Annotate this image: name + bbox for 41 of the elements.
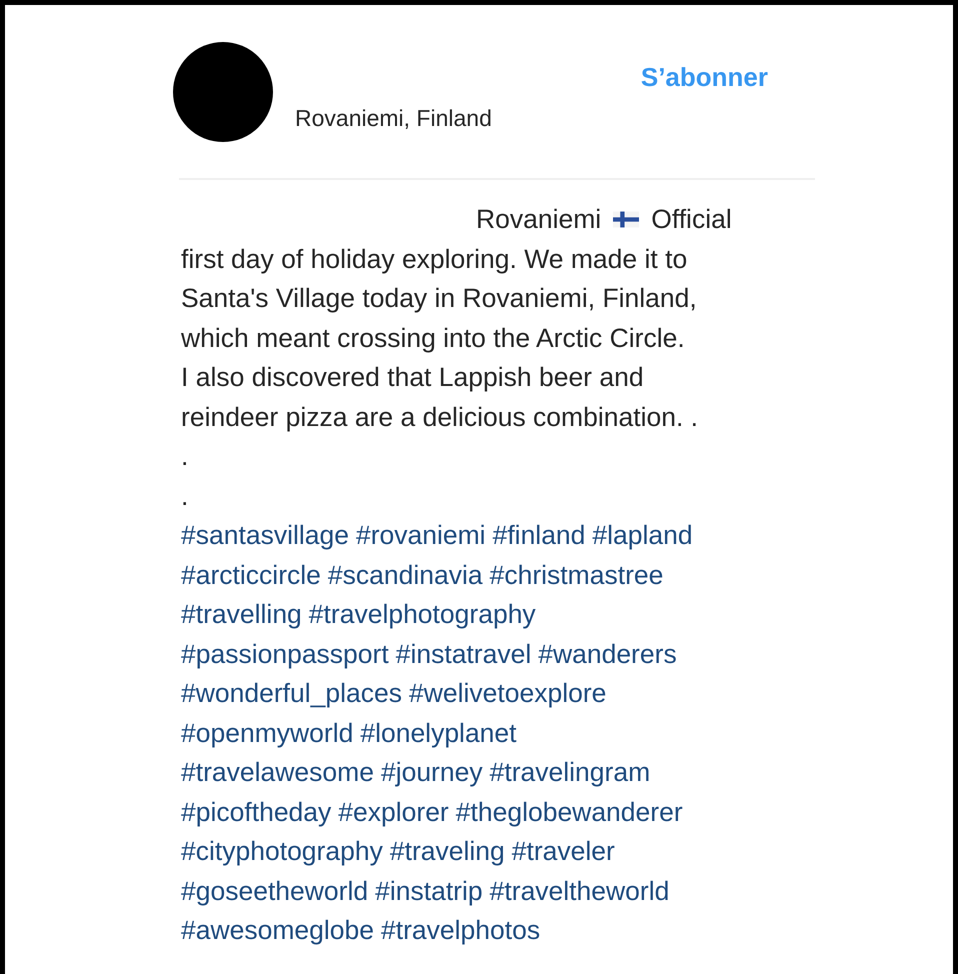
hashtag-link[interactable]: #passionpassport (181, 634, 389, 674)
flag-icon (613, 211, 640, 228)
hashtag-link[interactable]: #traveltheworld (490, 872, 670, 911)
caption-line: . (181, 440, 190, 473)
hashtag-link[interactable]: #travelphotos (381, 911, 540, 950)
hashtag-link[interactable]: #lonelyplanet (360, 714, 517, 753)
hashtag-link[interactable]: #journey (380, 753, 483, 792)
caption-text: Official (651, 203, 732, 236)
hashtag-link[interactable]: #traveler (512, 832, 615, 872)
hashtag-link[interactable]: #awesomeglobe (181, 911, 374, 950)
location-label: Rovaniemi, Finland (295, 105, 492, 132)
hashtag-link[interactable]: #finland (492, 516, 586, 556)
hashtag-link[interactable]: #santasvillage (181, 516, 349, 556)
caption-line: Santa's Village today in Rovaniemi, Finland, (181, 282, 698, 315)
hashtag-link[interactable]: #instatrip (375, 872, 483, 911)
hashtag-link[interactable]: #arcticcircle (181, 556, 321, 595)
hashtag-link[interactable]: #lapland (592, 516, 693, 556)
hashtag-link[interactable]: #travelawesome (181, 753, 374, 792)
hashtag-link[interactable]: #openmyworld (181, 714, 354, 753)
caption-line: which meant crossing into the Arctic Circle. (181, 322, 686, 354)
hashtag-link[interactable]: #rovaniemi (356, 516, 486, 556)
hashtag-link[interactable]: #travelingram (490, 753, 650, 792)
hashtag-link[interactable]: #travelling (181, 595, 302, 634)
caption-line: reindeer pizza are a delicious combination. . (181, 400, 700, 434)
caption-text: Rovaniemi (476, 203, 602, 236)
hashtag-link[interactable]: #traveling (390, 832, 505, 872)
caption-line: first day of holiday exploring. We made it to (181, 242, 688, 276)
caption-line: I also discovered that Lappish beer and (181, 361, 645, 394)
hashtag-link[interactable]: #scandinavia (328, 556, 483, 595)
caption-line: . (181, 480, 190, 512)
hashtag-link[interactable]: #wonderful_places (181, 674, 402, 714)
hashtag-link[interactable]: #cityphotography (181, 832, 383, 872)
hashtag-link[interactable]: #welivetoexplore (408, 674, 606, 714)
hashtag-link[interactable]: #instatravel (396, 634, 532, 674)
hashtag-link[interactable]: #wanderers (538, 634, 677, 674)
hashtag-link[interactable]: #picoftheday (181, 792, 332, 832)
hashtag-link[interactable]: #explorer (338, 792, 449, 832)
hashtag-link[interactable]: #christmastree (490, 556, 664, 595)
hashtag-link[interactable]: #theglobewanderer (456, 792, 683, 832)
hashtag-link[interactable]: #goseetheworld (181, 872, 368, 911)
hashtag-link[interactable]: #travelphotography (308, 595, 536, 634)
